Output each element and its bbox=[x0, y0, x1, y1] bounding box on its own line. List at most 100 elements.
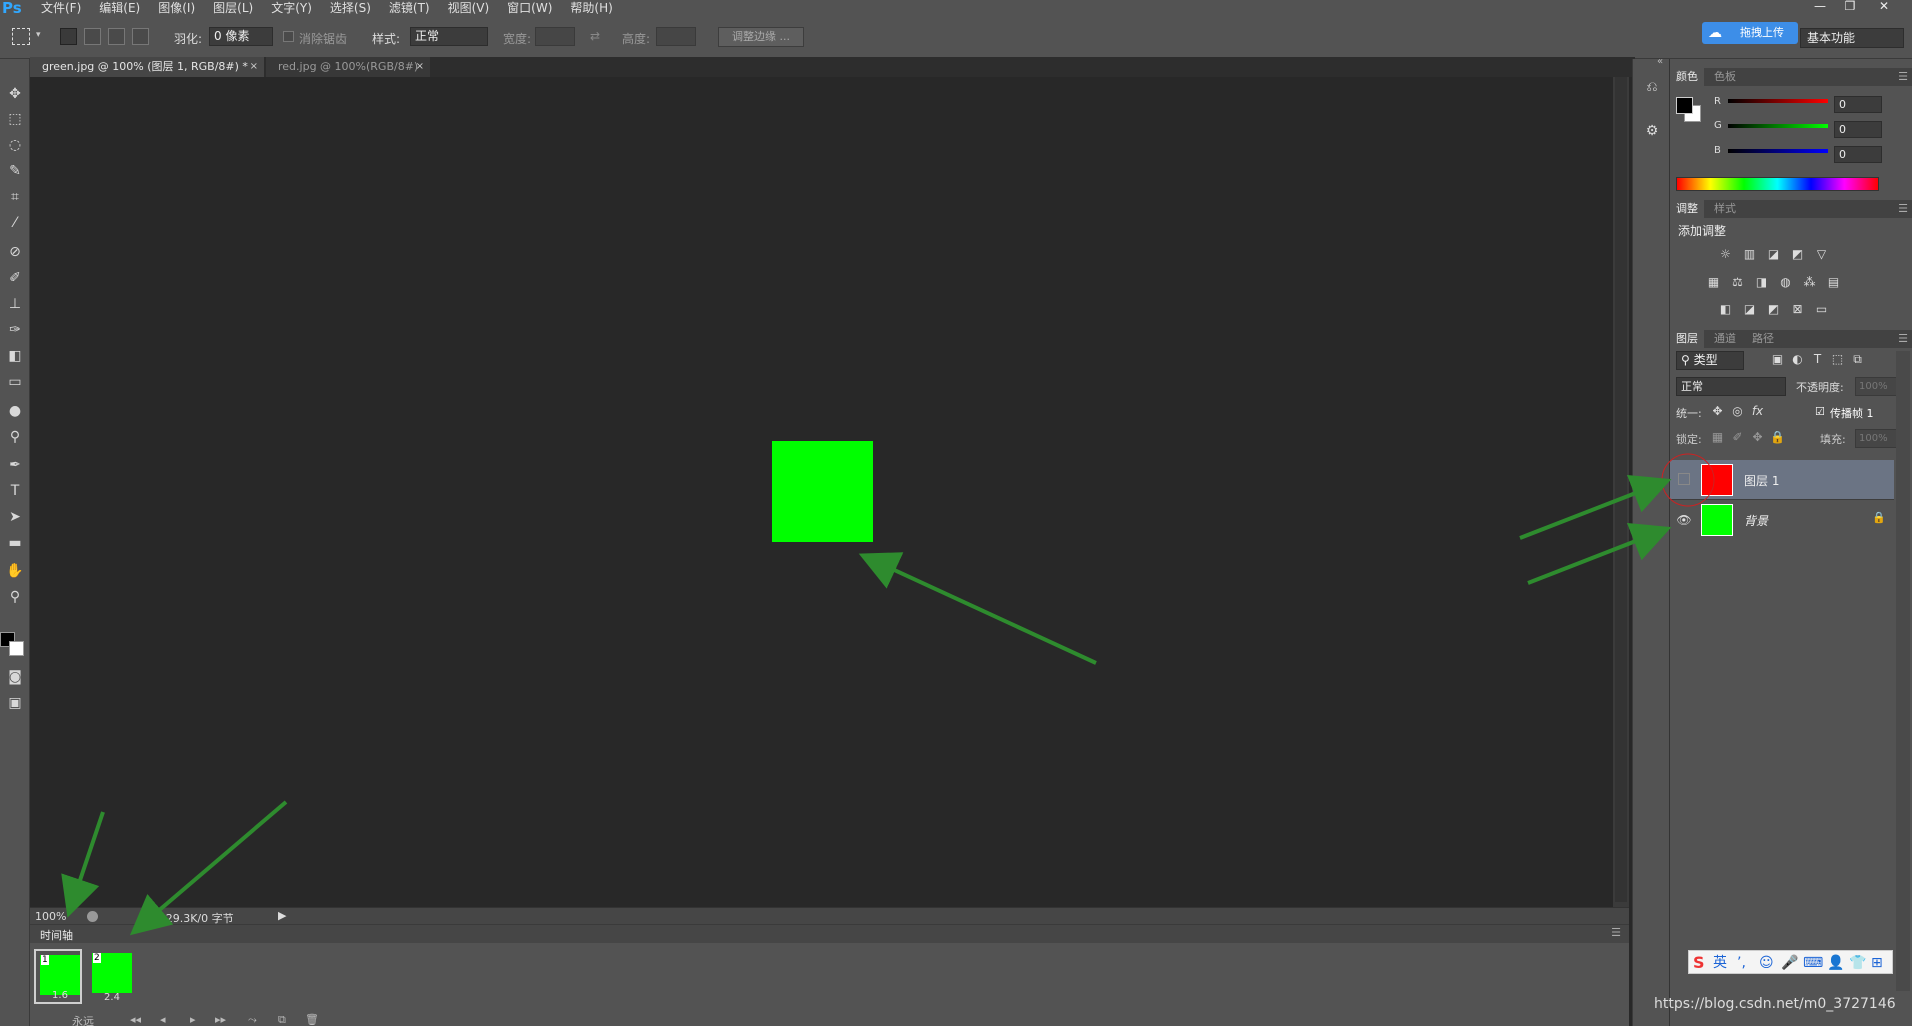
tween-icon[interactable]: ⤳ bbox=[248, 1013, 257, 1026]
vertical-scrollbar[interactable] bbox=[1613, 77, 1629, 907]
ime-language-toggle[interactable]: 英 bbox=[1713, 953, 1727, 973]
ime-menu-icon[interactable]: ⊞ bbox=[1871, 953, 1883, 973]
properties-panel-icon[interactable]: ⚙ bbox=[1642, 123, 1662, 143]
stamp-tool-icon[interactable]: ⊥ bbox=[3, 294, 27, 314]
color-lookup-icon[interactable]: ▤ bbox=[1825, 275, 1842, 290]
refine-edge-button[interactable]: 调整边缘 ... bbox=[718, 27, 804, 47]
menu-filter[interactable]: 滤镜(T) bbox=[380, 0, 439, 16]
lasso-tool-icon[interactable]: ◌ bbox=[3, 135, 27, 155]
selective-color-icon[interactable]: ⊠ bbox=[1789, 302, 1806, 317]
layer-name[interactable]: 图层 1 bbox=[1744, 472, 1779, 489]
layers-scrollbar[interactable] bbox=[1896, 351, 1910, 991]
tab-channels[interactable]: 通道 bbox=[1708, 330, 1742, 348]
unify-style-icon[interactable]: fx bbox=[1749, 404, 1766, 419]
history-brush-tool-icon[interactable]: ✑ bbox=[3, 320, 27, 340]
blend-mode-select[interactable]: 正常 bbox=[1676, 377, 1786, 396]
filter-adjustment-icon[interactable]: ◐ bbox=[1789, 352, 1806, 367]
loop-select[interactable]: 永远 bbox=[72, 1013, 94, 1026]
ime-punctuation-icon[interactable]: ’, bbox=[1737, 953, 1746, 973]
ime-emoji-icon[interactable]: ☺ bbox=[1759, 953, 1774, 973]
foreground-color-swatch[interactable] bbox=[1676, 97, 1693, 114]
type-tool-icon[interactable]: T bbox=[3, 481, 27, 501]
invert-icon[interactable]: ◧ bbox=[1717, 302, 1734, 317]
filter-shape-icon[interactable]: ⬚ bbox=[1829, 352, 1846, 367]
threshold-icon[interactable]: ◩ bbox=[1765, 302, 1782, 317]
canvas-image[interactable] bbox=[772, 441, 873, 542]
dodge-tool-icon[interactable]: ⚲ bbox=[3, 427, 27, 447]
vibrance-icon[interactable]: ▽ bbox=[1813, 247, 1830, 262]
lock-position-icon[interactable]: ✥ bbox=[1749, 430, 1766, 445]
levels-icon[interactable]: ▥ bbox=[1741, 247, 1758, 262]
quick-select-tool-icon[interactable]: ✎ bbox=[3, 161, 27, 181]
menu-edit[interactable]: 编辑(E) bbox=[90, 0, 149, 16]
tab-layers[interactable]: 图层 bbox=[1670, 330, 1704, 348]
path-select-tool-icon[interactable]: ➤ bbox=[3, 507, 27, 527]
tab-color[interactable]: 颜色 bbox=[1670, 68, 1704, 86]
menu-help[interactable]: 帮助(H) bbox=[561, 0, 621, 16]
zoom-tool-icon[interactable]: ⚲ bbox=[3, 587, 27, 607]
gradient-tool-icon[interactable]: ▭ bbox=[3, 372, 27, 392]
filter-type-icon[interactable]: T bbox=[1809, 352, 1826, 367]
layer-row-layer1[interactable]: 图层 1 bbox=[1670, 460, 1894, 499]
unify-position-icon[interactable]: ✥ bbox=[1709, 404, 1726, 419]
prev-frame-icon[interactable]: ◂ bbox=[160, 1013, 166, 1026]
gradient-map-icon[interactable]: ▭ bbox=[1813, 302, 1830, 317]
chevron-down-icon[interactable]: ▾ bbox=[36, 30, 41, 40]
intersect-selection-icon[interactable] bbox=[132, 28, 149, 45]
duplicate-frame-icon[interactable]: ⧉ bbox=[278, 1013, 286, 1026]
timeline-title[interactable]: 时间轴 bbox=[40, 927, 73, 943]
black-white-icon[interactable]: ◨ bbox=[1753, 275, 1770, 290]
photo-filter-icon[interactable]: ◍ bbox=[1777, 275, 1794, 290]
frame-1[interactable]: 1 1.6 bbox=[34, 949, 82, 1004]
status-menu-arrow-icon[interactable]: ▶ bbox=[278, 909, 286, 922]
close-icon[interactable]: × bbox=[416, 57, 424, 77]
menu-image[interactable]: 图像(I) bbox=[149, 0, 204, 16]
height-input[interactable] bbox=[656, 27, 696, 46]
pen-tool-icon[interactable]: ✒ bbox=[3, 455, 27, 475]
brush-tool-icon[interactable]: ✐ bbox=[3, 268, 27, 288]
lock-pixels-icon[interactable]: ✐ bbox=[1729, 430, 1746, 445]
eyedropper-tool-icon[interactable]: ⁄ bbox=[3, 213, 27, 233]
unify-visibility-icon[interactable]: ◎ bbox=[1729, 404, 1746, 419]
frame-2[interactable]: 2 2.4 bbox=[88, 949, 136, 1004]
close-icon[interactable]: × bbox=[250, 57, 258, 77]
menu-layer[interactable]: 图层(L) bbox=[204, 0, 262, 16]
color-balance-icon[interactable]: ⚖ bbox=[1729, 275, 1746, 290]
channel-r-input[interactable]: 0 bbox=[1834, 96, 1882, 113]
blur-tool-icon[interactable]: ● bbox=[3, 401, 27, 421]
layer-name[interactable]: 背景 bbox=[1744, 512, 1768, 529]
collapse-dock-icon[interactable]: « bbox=[1657, 56, 1663, 67]
healing-brush-tool-icon[interactable]: ⊘ bbox=[3, 242, 27, 262]
subtract-selection-icon[interactable] bbox=[108, 28, 125, 45]
color-spectrum[interactable] bbox=[1676, 177, 1879, 191]
channel-g-input[interactable]: 0 bbox=[1834, 121, 1882, 138]
tab-paths[interactable]: 路径 bbox=[1746, 330, 1780, 348]
background-color-swatch[interactable] bbox=[9, 641, 24, 656]
status-info-icon[interactable] bbox=[87, 911, 98, 922]
new-selection-icon[interactable] bbox=[60, 28, 77, 45]
menu-view[interactable]: 视图(V) bbox=[439, 0, 499, 16]
lock-transparent-icon[interactable]: ▦ bbox=[1709, 430, 1726, 445]
menu-type[interactable]: 文字(Y) bbox=[262, 0, 321, 16]
marquee-tool-preset-icon[interactable] bbox=[12, 28, 30, 45]
crop-tool-icon[interactable]: ⌗ bbox=[3, 187, 27, 207]
style-select[interactable]: 正常 bbox=[410, 27, 488, 46]
ime-microphone-icon[interactable]: 🎤 bbox=[1781, 953, 1798, 973]
menu-window[interactable]: 窗口(W) bbox=[498, 0, 561, 16]
swap-icon[interactable]: ⇄ bbox=[590, 29, 600, 43]
width-input[interactable] bbox=[535, 27, 575, 46]
play-icon[interactable]: ▸ bbox=[190, 1013, 196, 1026]
tab-red-jpg[interactable]: red.jpg @ 100%(RGB/8#) × bbox=[266, 57, 430, 77]
channel-g-slider[interactable] bbox=[1728, 124, 1828, 128]
close-button[interactable]: ✕ bbox=[1870, 0, 1898, 14]
tab-green-jpg[interactable]: green.jpg @ 100% (图层 1, RGB/8#) * × bbox=[30, 57, 264, 77]
filter-smart-object-icon[interactable]: ⧉ bbox=[1849, 352, 1866, 367]
next-frame-icon[interactable]: ▸▸ bbox=[215, 1013, 226, 1026]
frame-delay[interactable]: 2.4 bbox=[88, 992, 136, 1004]
feather-input[interactable]: 0 像素 bbox=[209, 27, 273, 46]
channel-r-slider[interactable] bbox=[1728, 99, 1828, 103]
eraser-tool-icon[interactable]: ◧ bbox=[3, 346, 27, 366]
lock-all-icon[interactable]: 🔒 bbox=[1769, 430, 1786, 445]
filter-pixel-icon[interactable]: ▣ bbox=[1769, 352, 1786, 367]
shape-tool-icon[interactable]: ▬ bbox=[3, 533, 27, 553]
